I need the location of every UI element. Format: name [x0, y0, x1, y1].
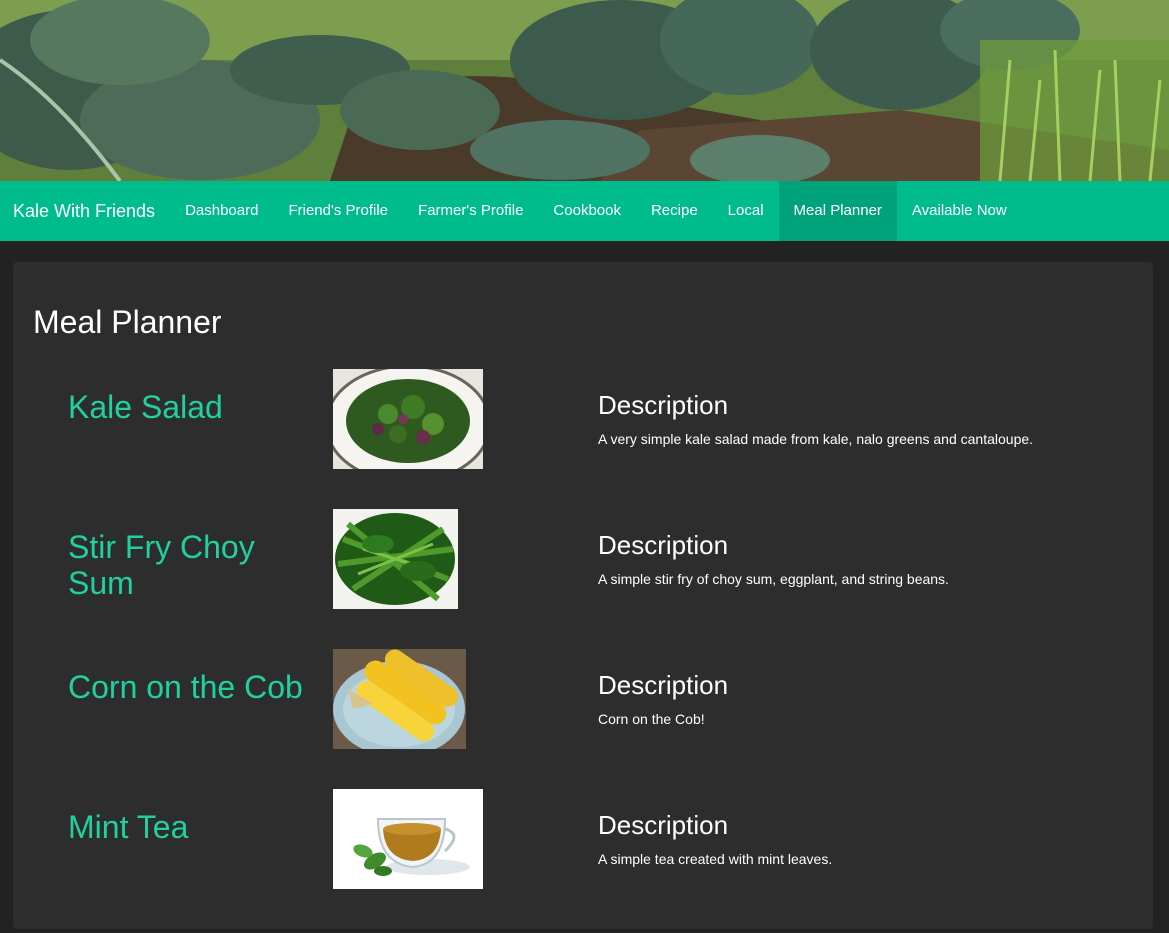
choy-sum-image[interactable] [333, 509, 458, 609]
meal-description: Corn on the Cob! [598, 711, 705, 727]
nav-item-friends-profile[interactable]: Friend's Profile [273, 181, 403, 241]
meal-planner-panel: Meal Planner Kale Salad Description A ve… [13, 262, 1153, 929]
kale-salad-image[interactable] [333, 369, 483, 469]
nav-item-available-now[interactable]: Available Now [897, 181, 1022, 241]
kale-garden-photo [0, 0, 1169, 181]
navbar: Kale With Friends Dashboard Friend's Pro… [0, 181, 1169, 241]
page-title: Meal Planner [33, 304, 222, 340]
nav-item-cookbook[interactable]: Cookbook [538, 181, 636, 241]
nav-item-farmers-profile[interactable]: Farmer's Profile [403, 181, 538, 241]
kale-garden-banner [0, 0, 1169, 181]
meal-name[interactable]: Stir Fry Choy Sum [68, 529, 313, 601]
description-heading: Description [598, 670, 729, 700]
description-heading: Description [598, 390, 729, 420]
meal-row: Corn on the Cob Description Corn on the … [13, 649, 1153, 759]
meal-row: Stir Fry Choy Sum Description A simple s… [13, 509, 1153, 619]
nav-item-meal-planner[interactable]: Meal Planner [778, 181, 897, 241]
meal-name[interactable]: Kale Salad [68, 389, 313, 425]
meal-description: A simple stir fry of choy sum, eggplant,… [598, 571, 949, 587]
nav-item-recipe[interactable]: Recipe [636, 181, 713, 241]
meal-row: Mint Tea Description A simple tea create… [13, 789, 1153, 899]
meal-name[interactable]: Corn on the Cob [68, 669, 313, 705]
meal-description: A simple tea created with mint leaves. [598, 851, 833, 867]
corn-image[interactable] [333, 649, 466, 749]
description-heading: Description [598, 530, 729, 560]
description-heading: Description [598, 810, 729, 840]
meal-name[interactable]: Mint Tea [68, 809, 313, 845]
brand-link[interactable]: Kale With Friends [0, 181, 170, 241]
nav-item-dashboard[interactable]: Dashboard [170, 181, 273, 241]
meal-row: Kale Salad Description A very simple kal… [13, 369, 1153, 479]
meal-description: A very simple kale salad made from kale,… [598, 431, 1034, 447]
mint-tea-image[interactable] [333, 789, 483, 889]
nav-item-local[interactable]: Local [713, 181, 779, 241]
